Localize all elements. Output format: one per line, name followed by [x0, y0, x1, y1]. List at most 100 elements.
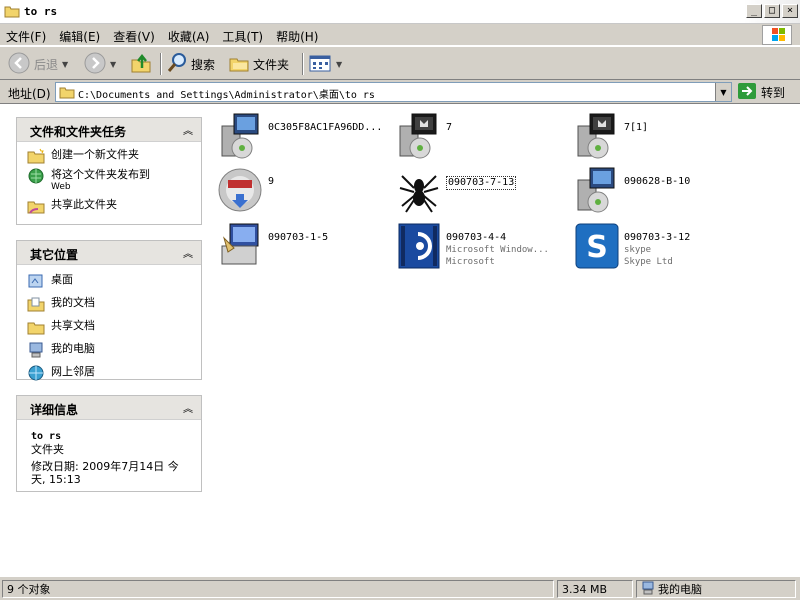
back-dropdown-icon[interactable]: ▼ [62, 60, 68, 69]
collapse-chevron-icon[interactable]: ︽ [183, 122, 193, 137]
object-count: 9 个对象 [2, 580, 554, 598]
task-label: 将这个文件夹发布到 [51, 168, 150, 181]
file-item[interactable]: 090628-B-10 [574, 166, 690, 214]
back-button[interactable]: 后退 ▼ [8, 52, 68, 76]
file-company: Skype Ltd [624, 257, 673, 267]
task-publish-web[interactable]: 将这个文件夹发布到 Web [27, 168, 191, 194]
menu-edit[interactable]: 编辑(E) [59, 28, 100, 45]
address-field[interactable]: C:\Documents and Settings\Administrator\… [55, 82, 732, 102]
forward-dropdown-icon[interactable]: ▼ [110, 60, 116, 69]
skype-icon: S [574, 222, 620, 270]
menu-favorites[interactable]: 收藏(A) [168, 28, 210, 45]
file-name: 090703-1-5 [268, 232, 329, 243]
place-my-computer[interactable]: 我的电脑 [27, 342, 191, 358]
go-label: 转到 [761, 85, 786, 100]
file-name: 090703-7-13 [446, 176, 517, 190]
file-description: Microsoft Window... [446, 245, 549, 255]
setup-icon [218, 222, 264, 270]
forward-button[interactable]: ▼ [84, 52, 116, 76]
desktop-icon [27, 273, 45, 289]
place-network[interactable]: 网上邻居 [27, 365, 191, 381]
file-item[interactable]: 090703-1-5 [218, 222, 328, 270]
back-label: 后退 [34, 57, 59, 72]
window-title: to rs [24, 5, 58, 18]
search-button[interactable]: 搜索 [166, 52, 215, 76]
place-desktop[interactable]: 桌面 [27, 273, 191, 289]
folders-icon [228, 52, 250, 77]
toolbar-separator [302, 53, 304, 75]
detail-name: to rs [31, 431, 62, 442]
maximize-button[interactable]: □ [764, 4, 780, 18]
close-button[interactable]: × [782, 4, 798, 18]
file-name: 090703-4-4 [446, 232, 507, 243]
views-button[interactable]: ▼ [308, 52, 342, 76]
panel-title: 其它位置 [30, 248, 79, 262]
place-label: 桌面 [51, 273, 73, 286]
panel-header[interactable]: 详细信息 ︽ [17, 396, 201, 420]
address-bar: 地址(D) C:\Documents and Settings\Administ… [0, 80, 800, 104]
file-item[interactable]: 7[1] [574, 112, 648, 160]
file-item[interactable]: 090703-7-13 [396, 166, 517, 214]
panel-title: 详细信息 [30, 403, 79, 417]
shared-documents-icon [27, 319, 45, 335]
place-label: 我的电脑 [51, 342, 95, 355]
file-item[interactable]: 7 [396, 112, 452, 160]
file-tasks-panel: 文件和文件夹任务 ︽ 创建一个新文件夹 将这个文件夹发布到 Web 共享此文件夹 [16, 117, 202, 225]
menu-view[interactable]: 查看(V) [113, 28, 155, 45]
folders-button[interactable]: 文件夹 [228, 52, 289, 76]
installer-icon [218, 112, 264, 160]
content-area: 文件和文件夹任务 ︽ 创建一个新文件夹 将这个文件夹发布到 Web 共享此文件夹… [0, 104, 800, 576]
network-icon [27, 365, 45, 381]
menu-tools[interactable]: 工具(T) [222, 28, 263, 45]
my-documents-icon [27, 296, 45, 312]
collapse-chevron-icon[interactable]: ︽ [183, 400, 193, 415]
windows-logo-icon [762, 25, 792, 45]
search-icon [166, 52, 188, 77]
file-item[interactable]: 090703-4-4 Microsoft Window... Microsoft [396, 222, 549, 270]
address-path[interactable]: C:\Documents and Settings\Administrator\… [78, 86, 375, 101]
share-folder-icon [27, 198, 45, 214]
folder-icon [59, 85, 75, 102]
toolbar: 后退 ▼ ▼ 搜索 文件夹 ▼ [0, 46, 800, 80]
installer-icon [574, 112, 620, 160]
task-share-folder[interactable]: 共享此文件夹 [27, 198, 191, 214]
panel-header[interactable]: 文件和文件夹任务 ︽ [17, 118, 201, 142]
place-shared-documents[interactable]: 共享文档 [27, 319, 191, 335]
place-my-documents[interactable]: 我的文档 [27, 296, 191, 312]
title-bar: to rs _ □ × [0, 0, 800, 24]
minimize-button[interactable]: _ [746, 4, 762, 18]
location-zone: 我的电脑 [636, 580, 796, 598]
file-description: skype [624, 245, 652, 255]
installer-icon [396, 112, 442, 160]
file-company: Microsoft [446, 257, 495, 267]
other-places-panel: 其它位置 ︽ 桌面 我的文档 共享文档 我的电脑 网上邻居 [16, 240, 202, 381]
detail-modified: 修改日期: 2009年7月14日 今天, 15:13 [31, 460, 179, 486]
file-name: 9 [268, 176, 275, 187]
file-name: 7 [446, 122, 453, 133]
up-folder-button[interactable] [130, 52, 152, 76]
svg-text:S: S [586, 230, 608, 265]
publish-web-icon [27, 168, 45, 184]
views-dropdown-icon[interactable]: ▼ [336, 60, 342, 69]
task-new-folder[interactable]: 创建一个新文件夹 [27, 148, 191, 164]
go-button[interactable]: 转到 [737, 82, 785, 102]
menu-file[interactable]: 文件(F) [6, 28, 46, 45]
menu-help[interactable]: 帮助(H) [276, 28, 318, 45]
panel-header[interactable]: 其它位置 ︽ [17, 241, 201, 265]
task-label: 共享此文件夹 [51, 198, 117, 211]
go-arrow-icon [737, 82, 757, 103]
installer-icon [574, 166, 620, 214]
folders-label: 文件夹 [253, 57, 290, 72]
collapse-chevron-icon[interactable]: ︽ [183, 245, 193, 260]
total-size: 3.34 MB [557, 580, 633, 598]
task-sublabel: Web [51, 182, 71, 192]
file-item[interactable]: 9 [218, 166, 274, 214]
file-item[interactable]: 0C305F8AC1FA96DD... [218, 112, 382, 160]
file-name: 0C305F8AC1FA96DD... [268, 122, 383, 133]
address-dropdown-icon[interactable]: ▼ [715, 83, 731, 101]
search-label: 搜索 [191, 57, 216, 72]
views-icon [308, 52, 332, 77]
file-name: 090703-3-12 [624, 232, 691, 243]
place-label: 网上邻居 [51, 365, 95, 378]
file-item[interactable]: S 090703-3-12 skype Skype Ltd [574, 222, 690, 270]
